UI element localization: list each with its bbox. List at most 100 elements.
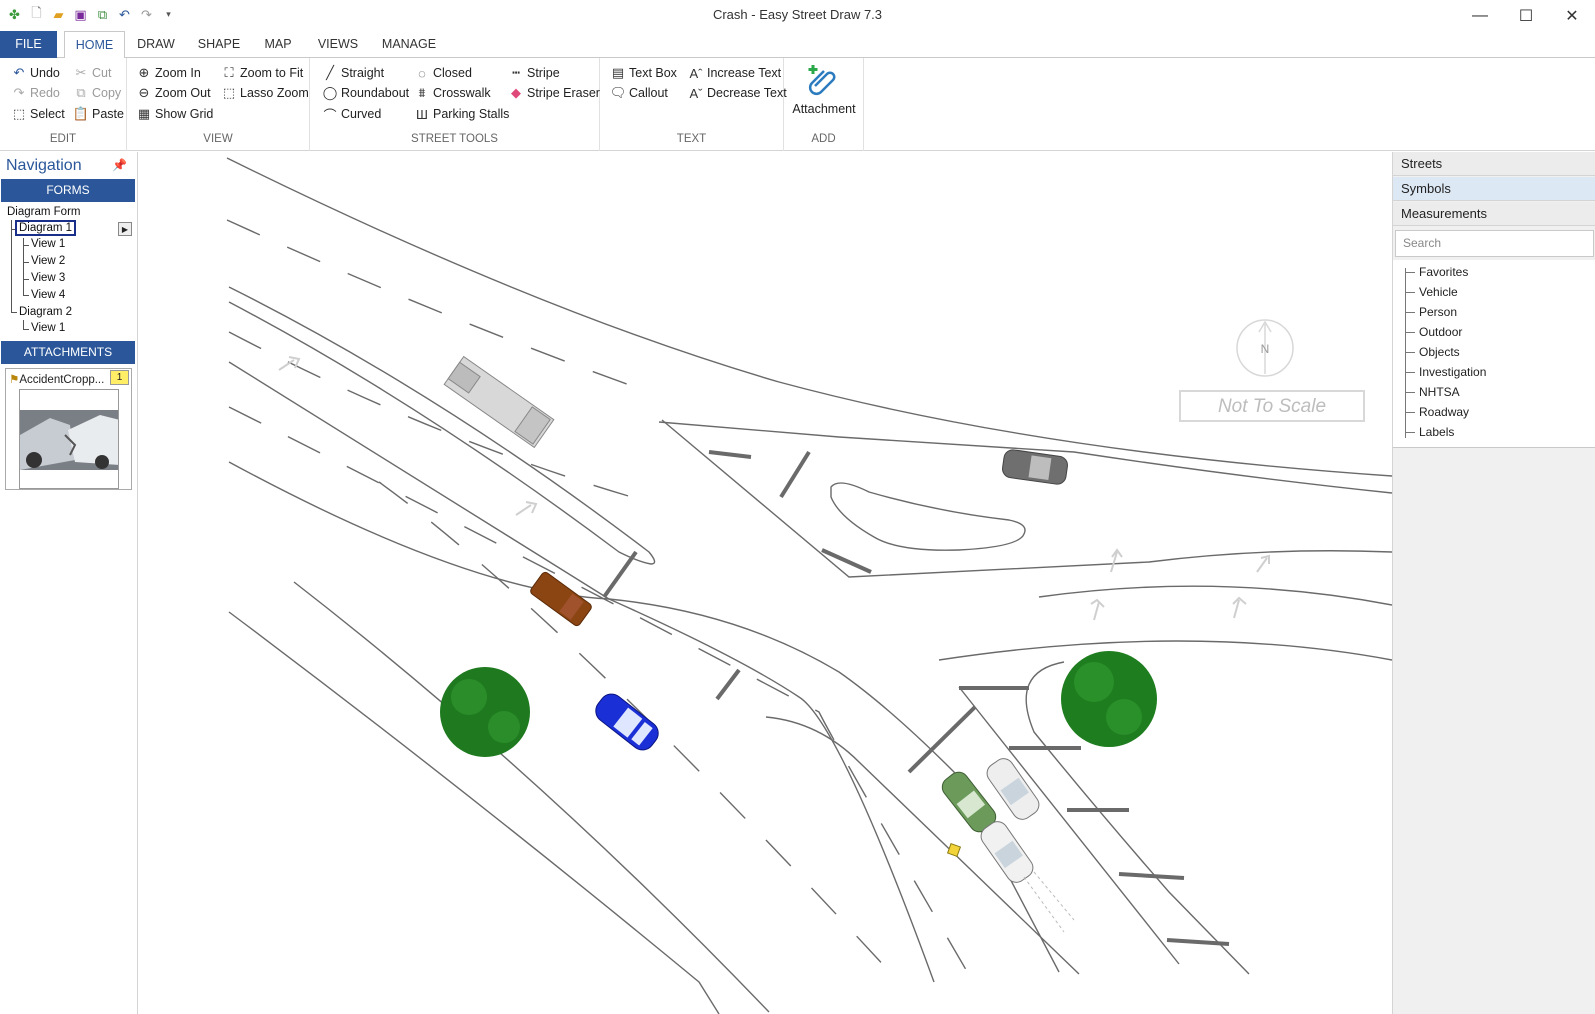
paste-icon: 📋 (72, 106, 90, 121)
tree-connector (1405, 352, 1415, 353)
tree-left[interactable] (440, 667, 530, 757)
vehicle-white-car[interactable] (977, 818, 1037, 886)
tree-view-3[interactable]: View 3 (31, 272, 65, 284)
tab-map[interactable]: MAP (258, 31, 298, 58)
close-icon[interactable]: ✕ (1549, 0, 1595, 31)
tree-connector (23, 279, 29, 280)
tree-diagram-2[interactable]: Diagram 2 (19, 306, 72, 318)
symbols-panel: Streets Symbols Measurements Search Favo… (1392, 152, 1595, 1014)
redo-button[interactable]: ↷ Redo (11, 83, 60, 103)
select-button[interactable]: ⬚ Select (11, 104, 65, 124)
road-edges (226, 157, 1392, 1014)
grid-icon: ▦ (137, 106, 151, 121)
north-label: N (1261, 342, 1270, 356)
crosswalk-icon: ⩩ (418, 85, 426, 100)
straight-button[interactable]: ╱ Straight (322, 63, 384, 83)
category-investigation[interactable]: Investigation (1419, 365, 1486, 379)
tab-symbols[interactable]: Symbols (1393, 177, 1595, 201)
add-group: Attachment ADD (784, 58, 864, 151)
tab-manage[interactable]: MANAGE (378, 31, 440, 58)
edit-group: ↶ Undo ↷ Redo ⬚ Select ✂ Cut ⧉ Copy 📋 Paste ED… (0, 58, 127, 151)
stripe-eraser-button[interactable]: ◆ Stripe Eraser (508, 83, 600, 103)
decrease-text-button[interactable]: Aˇ Decrease Text (688, 83, 787, 103)
tab-shape[interactable]: SHAPE (194, 31, 244, 58)
tab-measurements[interactable]: Measurements (1393, 202, 1595, 226)
vehicle-blue-car[interactable] (591, 689, 663, 755)
category-roadway[interactable]: Roadway (1419, 405, 1469, 419)
tree-connector (1405, 332, 1415, 333)
maximize-icon[interactable]: ☐ (1503, 0, 1549, 31)
zoom-to-fit-button[interactable]: ⛶ Zoom to Fit (221, 63, 303, 83)
ribbon-tabs: FILE HOME DRAW SHAPE MAP VIEWS MANAGE (0, 31, 1595, 59)
lasso-icon: ⬚ (222, 85, 236, 100)
tree-view-4[interactable]: View 4 (31, 289, 65, 301)
tree-connector (23, 262, 29, 263)
increase-text-button[interactable]: Aˆ Increase Text (688, 63, 782, 83)
tree-connector (11, 220, 12, 312)
zoom-in-button[interactable]: ⊕ Zoom In (136, 63, 201, 83)
tab-home[interactable]: HOME (64, 31, 125, 59)
tree-view-2[interactable]: View 2 (31, 255, 65, 267)
search-input[interactable]: Search (1395, 230, 1594, 257)
roundabout-button[interactable]: ◯ Roundabout (322, 83, 409, 103)
cut-button[interactable]: ✂ Cut (73, 63, 112, 83)
undo-button[interactable]: ↶ Undo (11, 63, 60, 83)
zoom-out-button[interactable]: ⊖ Zoom Out (136, 83, 211, 103)
zoom-in-icon: ⊕ (138, 65, 150, 80)
closed-button[interactable]: ◌ Closed (414, 63, 472, 83)
diagram-canvas[interactable]: N Not To Scale (139, 152, 1392, 1014)
minimize-icon[interactable]: — (1457, 0, 1503, 31)
stripe-button[interactable]: ┅ Stripe (508, 63, 560, 83)
attachment-thumbnail[interactable] (19, 389, 119, 489)
tree-root[interactable]: Diagram Form (7, 206, 80, 218)
tab-views[interactable]: VIEWS (313, 31, 363, 58)
vehicle-gray-suv[interactable] (1001, 449, 1068, 486)
scale-label: Not To Scale (1218, 396, 1326, 417)
roundabout-icon: ◯ (322, 85, 338, 100)
evidence-marker[interactable] (946, 842, 962, 858)
attachments-header[interactable]: ATTACHMENTS (1, 341, 135, 364)
tree-connector (11, 312, 17, 313)
navigation-title: Navigation (6, 157, 82, 174)
stripe-icon: ┅ (512, 65, 520, 80)
edit-group-label: EDIT (49, 133, 77, 145)
forms-header[interactable]: FORMS (1, 179, 135, 202)
attachment-card[interactable]: ⚑AccidentCropp... 1 (5, 368, 132, 490)
view-group: ⊕ Zoom In ⊖ Zoom Out ▦ Show Grid ⛶ Zoom to F… (127, 58, 310, 151)
category-nhtsa[interactable]: NHTSA (1419, 385, 1460, 399)
tab-file[interactable]: FILE (0, 31, 57, 58)
tree-view-1[interactable]: View 1 (31, 238, 65, 250)
vehicle-brown-truck[interactable] (529, 571, 593, 627)
parking-stalls-button[interactable]: Ш Parking Stalls (414, 104, 509, 124)
tree-connector (1405, 312, 1415, 313)
paste-button[interactable]: 📋 Paste (73, 104, 124, 124)
tree-diagram-1[interactable]: Diagram 1 (15, 220, 77, 236)
category-objects[interactable]: Objects (1419, 345, 1460, 359)
text-box-button[interactable]: ▤ Text Box (610, 63, 677, 83)
lasso-zoom-button[interactable]: ⬚ Lasso Zoom (221, 83, 309, 103)
show-grid-button[interactable]: ▦ Show Grid (136, 104, 214, 124)
tab-draw[interactable]: DRAW (132, 31, 180, 58)
tree-connector (23, 320, 24, 329)
curved-button[interactable]: ⌒ Curved (322, 104, 381, 124)
street-diagram[interactable]: N Not To Scale (139, 152, 1392, 1014)
category-person[interactable]: Person (1419, 305, 1457, 319)
crosswalk-button[interactable]: ⩩ Crosswalk (414, 83, 491, 103)
tree-right[interactable] (1061, 651, 1157, 747)
tree-view-1-diagram-2[interactable]: View 1 (31, 322, 65, 334)
tree-connector (1405, 432, 1415, 433)
category-labels[interactable]: Labels (1419, 425, 1454, 439)
category-vehicle[interactable]: Vehicle (1419, 285, 1458, 299)
tab-streets[interactable]: Streets (1393, 152, 1595, 176)
pin-icon[interactable]: 📌 (112, 158, 127, 172)
vehicle-tow-truck[interactable] (443, 355, 555, 449)
lane-stripes (226, 219, 980, 993)
category-outdoor[interactable]: Outdoor (1419, 325, 1462, 339)
category-favorites[interactable]: Favorites (1419, 265, 1468, 279)
expand-arrow-icon[interactable]: ▶ (118, 222, 132, 236)
attachment-button[interactable]: Attachment (786, 62, 862, 116)
view-group-label: VIEW (203, 133, 233, 145)
redo-icon: ↷ (13, 85, 25, 100)
callout-button[interactable]: 🗨 Callout (610, 83, 668, 103)
copy-button[interactable]: ⧉ Copy (73, 83, 121, 103)
